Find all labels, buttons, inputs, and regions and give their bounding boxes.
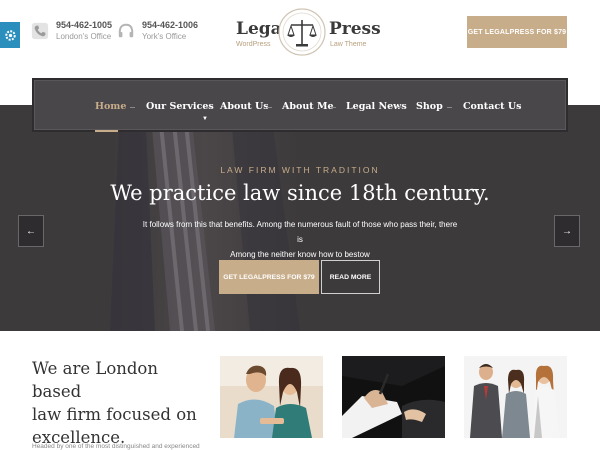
- hero-title: We practice law since 18th century.: [110, 181, 490, 205]
- nav-item-about-me[interactable]: About Me: [282, 101, 334, 112]
- active-nav-underline: [95, 130, 118, 132]
- nav-separator: [130, 107, 135, 108]
- logo-subtitle-left: WordPress: [236, 41, 271, 48]
- about-heading: We are London based law firm focused on …: [32, 357, 202, 449]
- about-heading-line: law firm focused on: [32, 405, 197, 424]
- hero-kicker: LAW FIRM WITH TRADITION: [220, 165, 380, 175]
- hero-slider: LAW FIRM WITH TRADITION We practice law …: [0, 105, 600, 331]
- headset-icon: [118, 23, 134, 38]
- couple-image: [220, 356, 323, 438]
- slider-prev-button[interactable]: ←: [18, 215, 44, 247]
- main-nav: Home Our Services ▼ About Us About Me Le…: [32, 78, 568, 132]
- nav-separator: [397, 107, 402, 108]
- phone-icon: [31, 22, 49, 40]
- hero-text-line: It follows from this that benefits. Amon…: [142, 220, 458, 244]
- arrow-left-icon: ←: [26, 225, 36, 237]
- signing-image: [342, 356, 445, 438]
- hero-text: It follows from this that benefits. Amon…: [140, 217, 460, 262]
- arrow-right-icon: →: [562, 225, 572, 237]
- about-text: Headed by one of the most distinguished …: [32, 443, 200, 450]
- chevron-down-icon[interactable]: ▼: [202, 116, 208, 122]
- settings-tab[interactable]: [0, 22, 20, 48]
- nav-item-about-us[interactable]: About Us: [220, 101, 269, 112]
- team-photo-couple[interactable]: [220, 356, 323, 438]
- about-heading-line: We are London based: [32, 359, 158, 401]
- nav-separator: [447, 107, 452, 108]
- scales-icon: [278, 8, 326, 56]
- office-label: London's Office: [56, 32, 112, 41]
- team-image: [464, 356, 567, 438]
- contact-york: 954-462-1006 York's Office: [117, 20, 198, 43]
- contact-london: 954-462-1005 London's Office: [31, 20, 112, 43]
- logo-word-press: Press: [329, 19, 381, 39]
- phone-number[interactable]: 954-462-1006: [142, 20, 198, 31]
- nav-item-shop[interactable]: Shop: [416, 101, 443, 112]
- phone-number[interactable]: 954-462-1005: [56, 20, 112, 31]
- team-photo-signing[interactable]: [342, 356, 445, 438]
- nav-separator: [267, 107, 272, 108]
- read-more-button[interactable]: READ MORE: [321, 260, 380, 294]
- slider-next-button[interactable]: →: [554, 215, 580, 247]
- nav-separator: [206, 107, 211, 108]
- site-logo[interactable]: Legal Press WordPress Law Theme: [234, 7, 381, 67]
- nav-item-contact-us[interactable]: Contact Us: [463, 101, 521, 112]
- nav-item-our-services[interactable]: Our Services: [146, 101, 214, 112]
- header-cta-button[interactable]: GET LEGALPRESS FOR $79: [467, 16, 567, 48]
- nav-separator: [331, 107, 336, 108]
- gear-icon[interactable]: [4, 29, 17, 42]
- office-label: York's Office: [142, 32, 187, 41]
- top-bar: 954-462-1005 London's Office 954-462-100…: [0, 0, 600, 80]
- nav-item-home[interactable]: Home: [95, 101, 126, 112]
- team-photo-group[interactable]: [464, 356, 567, 438]
- hero-cta-button[interactable]: GET LEGALPRESS FOR $79: [219, 260, 319, 294]
- logo-subtitle-right: Law Theme: [330, 41, 367, 48]
